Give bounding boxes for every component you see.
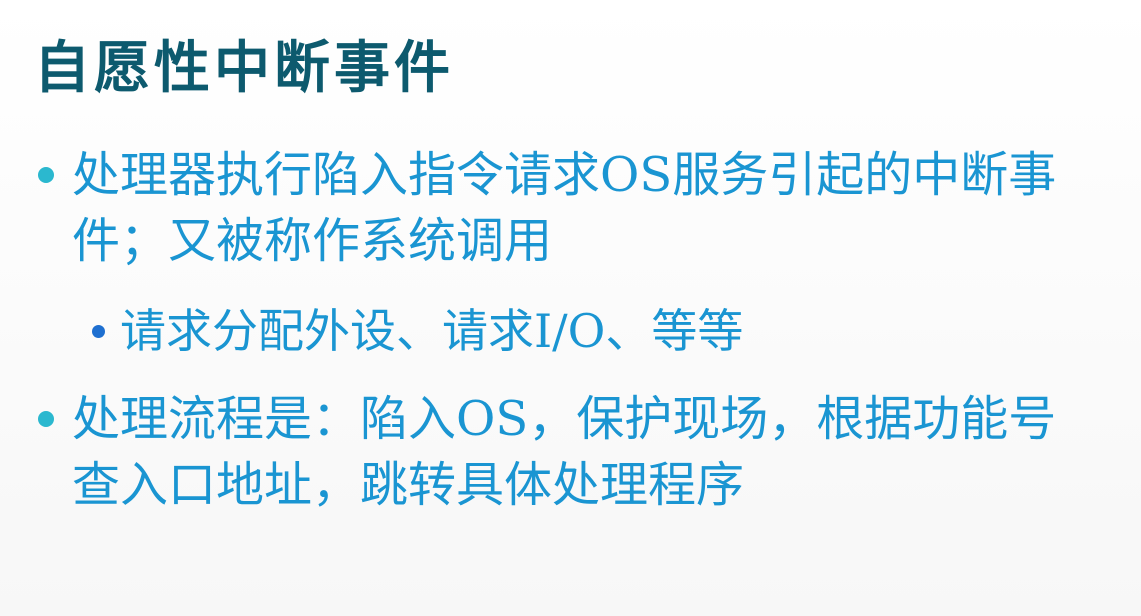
bullet-text: 处理器执行陷入指令请求OS服务引起的中断事件；又被称作系统调用 [72,147,1057,269]
bullet-item-process-flow: 处理流程是：陷入OS，保护现场，根据功能号查入口地址，跳转具体处理程序 [38,386,1098,596]
sub-bullet-text: 请求分配外设、请求I/O、等等 [120,304,744,358]
sub-bullet-item-examples: 请求分配外设、请求I/O、等等 [92,300,1092,370]
bullet-text: 处理流程是：陷入OS，保护现场，根据功能号查入口地址，跳转具体处理程序 [72,391,1057,513]
sub-bullet-dot-icon [92,325,105,338]
slide-title: 自愿性中断事件 [34,35,454,101]
slide: 自愿性中断事件 处理器执行陷入指令请求OS服务引起的中断事件；又被称作系统调用 … [0,0,1141,616]
bullet-item-system-call: 处理器执行陷入指令请求OS服务引起的中断事件；又被称作系统调用 [38,142,1098,282]
bullet-dot-icon [38,411,54,427]
bullet-dot-icon [38,167,54,183]
